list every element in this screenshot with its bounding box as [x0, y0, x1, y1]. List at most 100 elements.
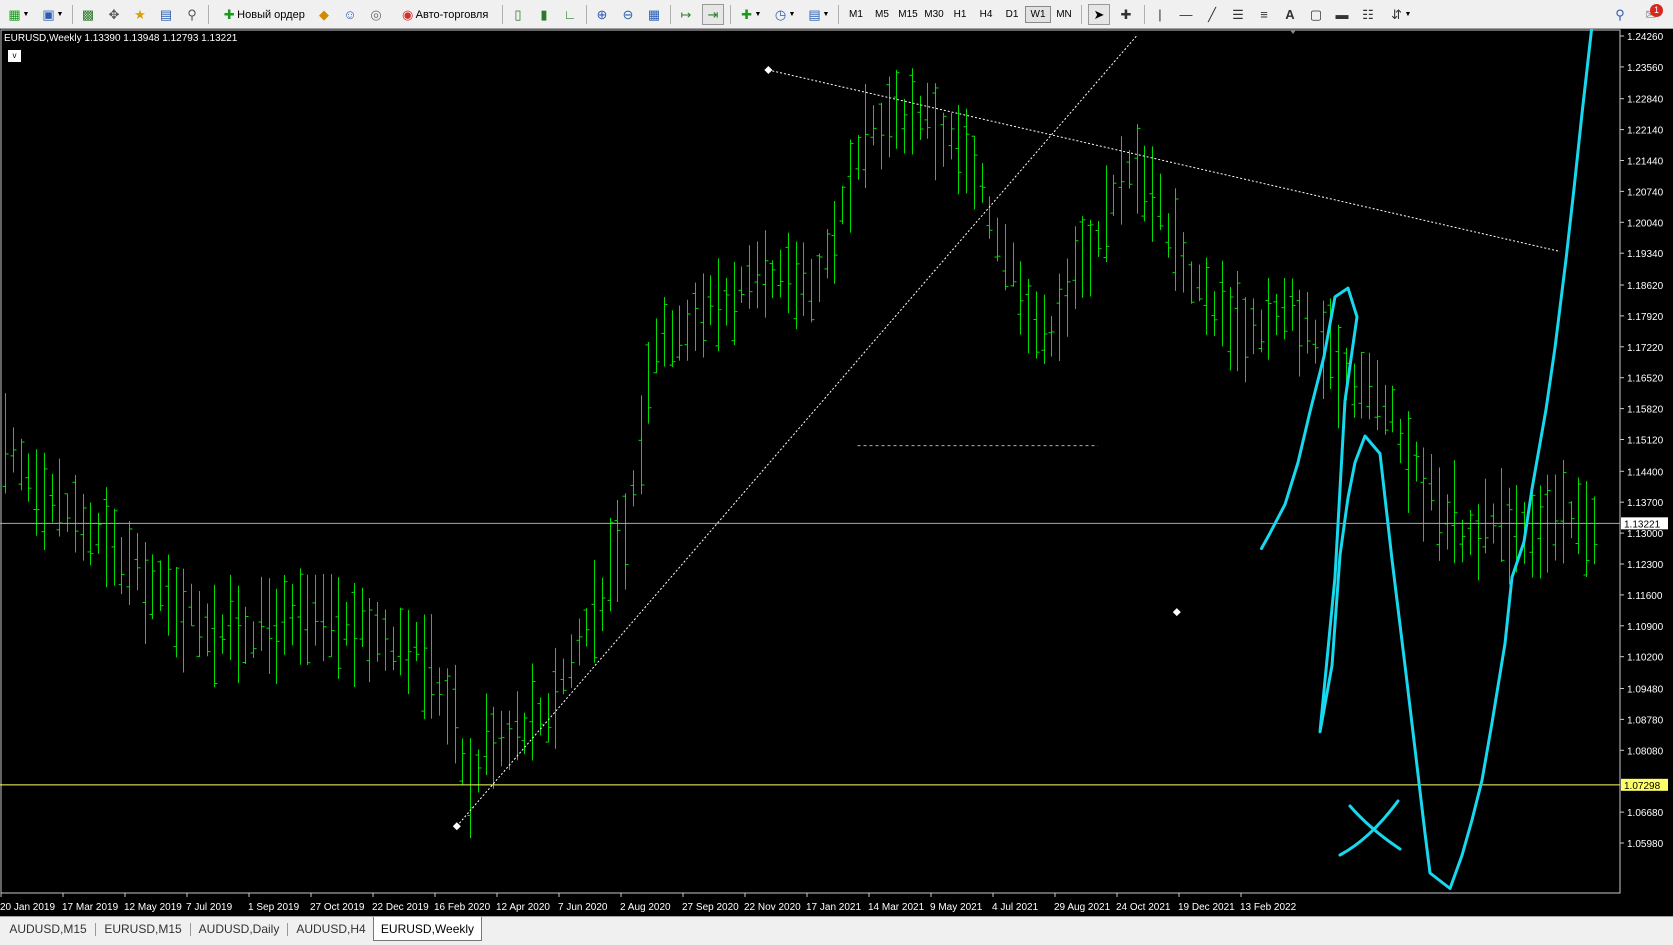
candlestick-button[interactable]: ▮	[534, 4, 554, 25]
notifications-button[interactable]: ✉ 1	[1638, 4, 1664, 25]
time-tick-label: 7 Jul 2019	[186, 902, 233, 913]
text-label-tool-button[interactable]: ▢	[1306, 4, 1326, 25]
vertical-line-tool-button[interactable]: |	[1150, 4, 1170, 25]
timeframe-d1[interactable]: D1	[999, 6, 1025, 23]
price-tick-label: 1.22140	[1627, 126, 1664, 137]
trendline-icon: ╱	[1208, 6, 1216, 22]
timeframe-h1[interactable]: H1	[947, 6, 973, 23]
tab-divider	[287, 923, 288, 936]
timeframe-mn[interactable]: MN	[1051, 6, 1077, 23]
gann-grid-icon: ☷	[1362, 6, 1374, 22]
arrows-icon: ⇵	[1391, 6, 1402, 22]
terminal-icon: ▤	[159, 6, 173, 22]
text-tool-button[interactable]: A	[1280, 4, 1300, 25]
vertical-line-icon: |	[1158, 6, 1162, 22]
tab-audusd-h4[interactable]: AUDUSD,H4	[289, 919, 373, 939]
time-tick-label: 1 Sep 2019	[248, 902, 300, 913]
indicators-plus-icon: ✚	[741, 6, 752, 22]
chart-canvas[interactable]: 1.24260 1.23560 1.22840 1.22140 1.21440 1.207…	[0, 29, 1673, 916]
periods-button[interactable]: ◷ ▼	[770, 4, 798, 25]
fibonacci-tool-button[interactable]: ≡	[1254, 4, 1274, 25]
market-watch-button[interactable]: ▩	[78, 4, 98, 25]
tile-windows-button[interactable]: ▦	[644, 4, 664, 25]
navigator-button[interactable]: ★	[130, 4, 150, 25]
market-watch-icon: ▩	[81, 6, 95, 22]
indicators-button[interactable]: ✚ ▼	[736, 4, 764, 25]
time-tick-label: 19 Dec 2021	[1178, 902, 1235, 913]
star-folder-icon: ★	[134, 6, 146, 22]
crosshair-tool-button[interactable]: ✚	[1116, 4, 1136, 25]
price-tick-label: 1.15120	[1627, 436, 1664, 447]
toolbar-divider	[1144, 5, 1145, 24]
price-tick-label: 1.17920	[1627, 312, 1664, 323]
chart-shift-button[interactable]: ⇥	[702, 4, 724, 25]
line-chart-button[interactable]: ∟	[560, 4, 580, 25]
text-icon: A	[1285, 6, 1295, 22]
price-tick-label: 1.08780	[1627, 715, 1664, 726]
timeframe-m15[interactable]: M15	[895, 6, 921, 23]
template-icon: ▤	[808, 6, 821, 22]
gann-tool-button[interactable]: ☷	[1358, 4, 1378, 25]
new-order-button[interactable]: ✚ Новый ордер	[216, 4, 310, 25]
time-tick-label: 17 Mar 2019	[62, 902, 119, 913]
fibonacci-icon: ≡	[1260, 6, 1268, 22]
price-axis[interactable]: 1.24260 1.23560 1.22840 1.22140 1.21440 1.207…	[1620, 32, 1664, 850]
chart-frame	[0, 29, 1621, 894]
bar-chart-button[interactable]: ▯	[508, 4, 528, 25]
new-chart-button[interactable]: ▦ ▼	[4, 4, 32, 25]
price-tag-text: 1.07298	[1624, 781, 1661, 792]
tab-eurusd-weekly[interactable]: EURUSD,Weekly	[373, 917, 482, 941]
new-chart-icon: ▦	[8, 6, 21, 22]
horizontal-line-icon: —	[1179, 6, 1193, 22]
timeframe-m5[interactable]: M5	[869, 6, 895, 23]
tab-eurusd-m15[interactable]: EURUSD,M15	[97, 919, 189, 939]
toolbar-divider	[72, 5, 73, 24]
channel-tool-button[interactable]: ☰	[1228, 4, 1248, 25]
price-chart[interactable]: 1.24260 1.23560 1.22840 1.22140 1.21440 1.207…	[0, 29, 1673, 916]
timeframe-w1[interactable]: W1	[1025, 6, 1051, 23]
profiles-button[interactable]: ▣ ▼	[36, 4, 68, 25]
price-tick-label: 1.10200	[1627, 653, 1664, 664]
cursor-tool-button[interactable]: ➤	[1088, 4, 1110, 25]
zoom-in-button[interactable]: ⊕	[592, 4, 612, 25]
time-tick-label: 12 May 2019	[124, 902, 182, 913]
toolbar-divider	[1081, 5, 1082, 24]
timeframe-h4[interactable]: H4	[973, 6, 999, 23]
time-tick-label: 17 Jan 2021	[806, 902, 861, 913]
time-axis[interactable]: 20 Jan 2019 17 Mar 2019 12 May 2019 7 Jul 2…	[0, 893, 1297, 913]
templates-button[interactable]: ▤ ▼	[804, 4, 832, 25]
rectangle-tool-button[interactable]: ▬	[1332, 4, 1352, 25]
time-tick-label: 27 Sep 2020	[682, 902, 739, 913]
vps-button[interactable]: ◎	[366, 4, 386, 25]
horizontal-line-tool-button[interactable]: —	[1176, 4, 1196, 25]
timeframe-m30[interactable]: M30	[921, 6, 947, 23]
auto-trading-button[interactable]: ◉ Авто-торговля	[392, 4, 496, 25]
time-tick-label: 2 Aug 2020	[620, 902, 671, 913]
collapse-panel-button[interactable]: v	[8, 50, 21, 62]
price-tick-label: 1.13000	[1627, 529, 1664, 540]
cursor-arrow-icon: ➤	[1093, 6, 1105, 22]
time-tick-label: 27 Oct 2019	[310, 902, 365, 913]
price-tick-label: 1.11600	[1627, 591, 1663, 602]
data-window-button[interactable]: ✥	[104, 4, 124, 25]
time-tick-label: 13 Feb 2022	[1240, 902, 1297, 913]
zoom-out-button[interactable]: ⊖	[618, 4, 638, 25]
price-tick-label: 1.21440	[1627, 156, 1664, 167]
signals-button[interactable]: ☺	[340, 4, 360, 25]
timeframe-m1[interactable]: M1	[843, 6, 869, 23]
tab-audusd-daily[interactable]: AUDUSD,Daily	[192, 919, 286, 939]
terminal-button[interactable]: ▤	[156, 4, 176, 25]
meta-editor-button[interactable]: ◆	[314, 4, 334, 25]
main-toolbar: ▦ ▼ ▣ ▼ ▩ ✥ ★ ▤ ⚲ ✚ Новый ордер ◆ ☺ ◎ ◉ Авто…	[0, 0, 1673, 29]
autoscroll-button[interactable]: ↦	[676, 4, 696, 25]
price-tick-label: 1.08080	[1627, 746, 1664, 757]
tab-audusd-m15[interactable]: AUDUSD,M15	[2, 919, 94, 939]
price-tick-label: 1.24260	[1627, 32, 1664, 43]
arrows-tool-button[interactable]: ⇵ ▼	[1384, 4, 1416, 25]
vps-signal-icon: ◎	[370, 6, 382, 22]
search-button[interactable]: ⚲	[1610, 4, 1630, 25]
signals-icon: ☺	[343, 6, 357, 22]
tile-windows-icon: ▦	[647, 6, 661, 22]
tester-button[interactable]: ⚲	[182, 4, 202, 25]
trendline-tool-button[interactable]: ╱	[1202, 4, 1222, 25]
